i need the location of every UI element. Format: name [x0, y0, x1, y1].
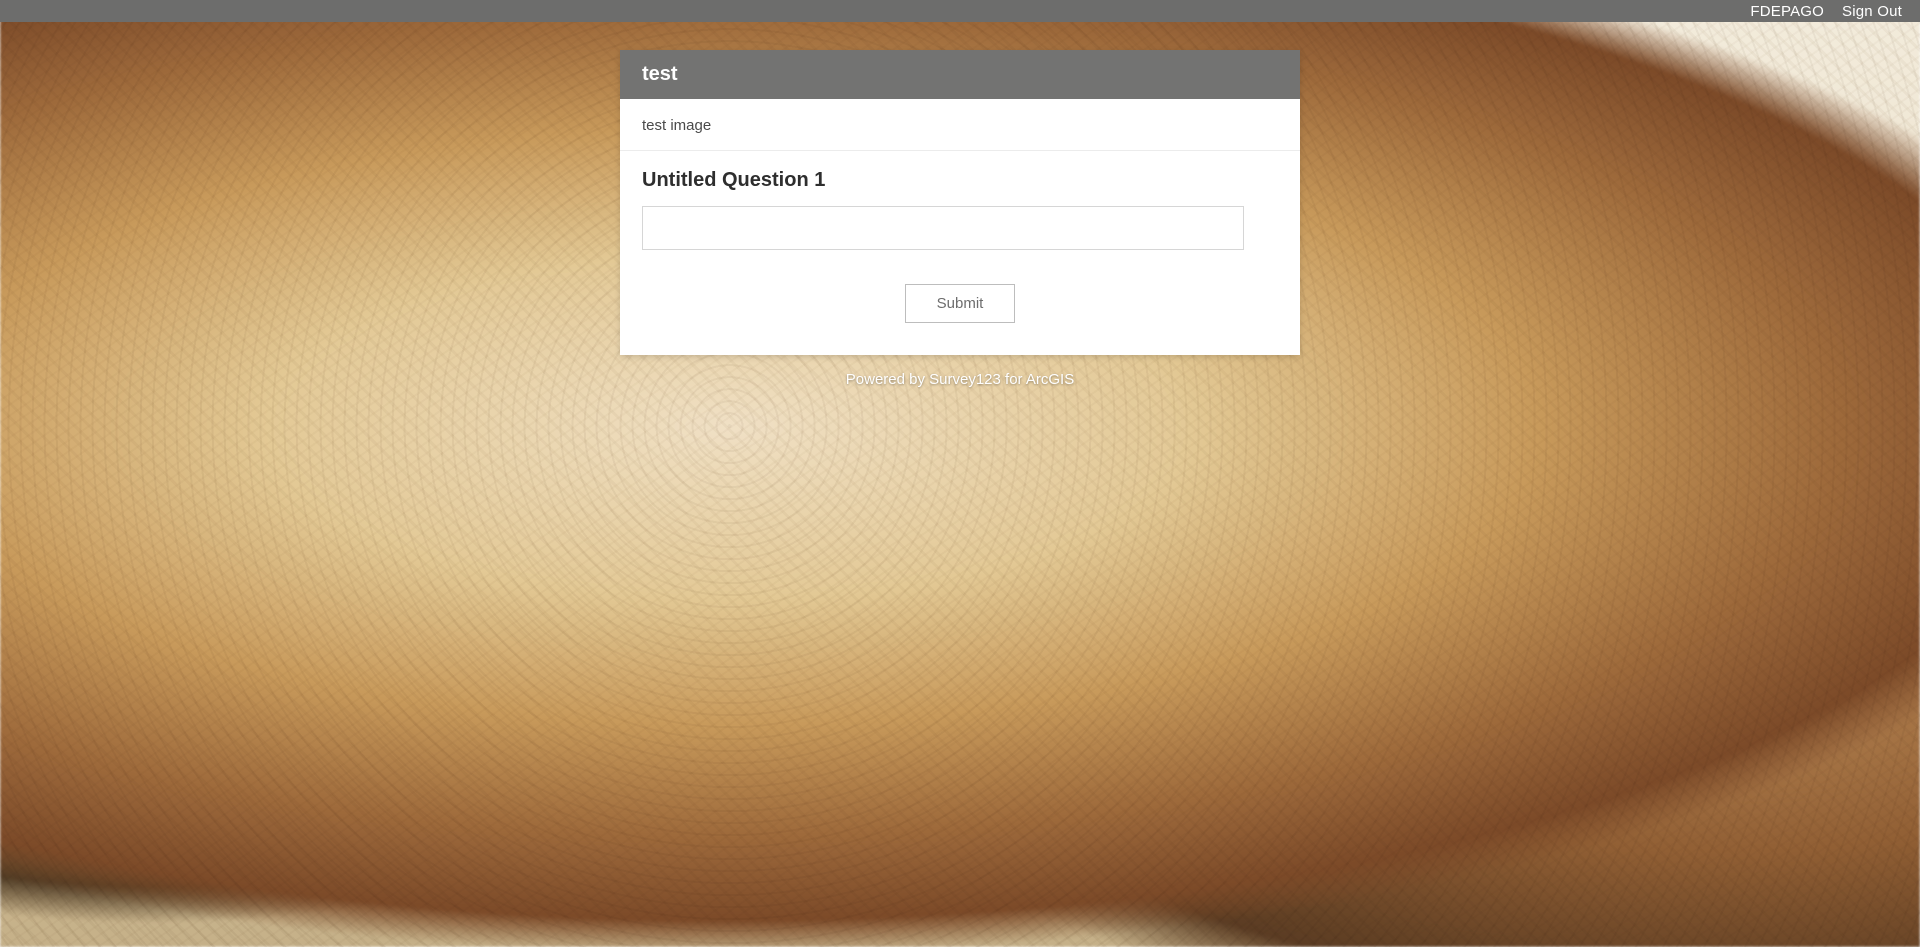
survey-card: test test image Untitled Question 1 Subm… [620, 50, 1300, 355]
submit-button[interactable]: Submit [905, 284, 1015, 323]
survey-actions: Submit [620, 284, 1300, 355]
sign-out-link[interactable]: Sign Out [1842, 3, 1902, 20]
survey-body: Untitled Question 1 [620, 151, 1300, 284]
question-1-label: Untitled Question 1 [642, 169, 1278, 192]
question-1-input[interactable] [642, 206, 1244, 250]
top-bar: FDEPAGO Sign Out [0, 0, 1920, 22]
survey-title: test [620, 50, 1300, 99]
powered-by-link[interactable]: Powered by Survey123 for ArcGIS [846, 371, 1074, 388]
content-wrap: test test image Untitled Question 1 Subm… [0, 22, 1920, 388]
survey-description: test image [620, 99, 1300, 151]
username-link[interactable]: FDEPAGO [1750, 3, 1824, 20]
